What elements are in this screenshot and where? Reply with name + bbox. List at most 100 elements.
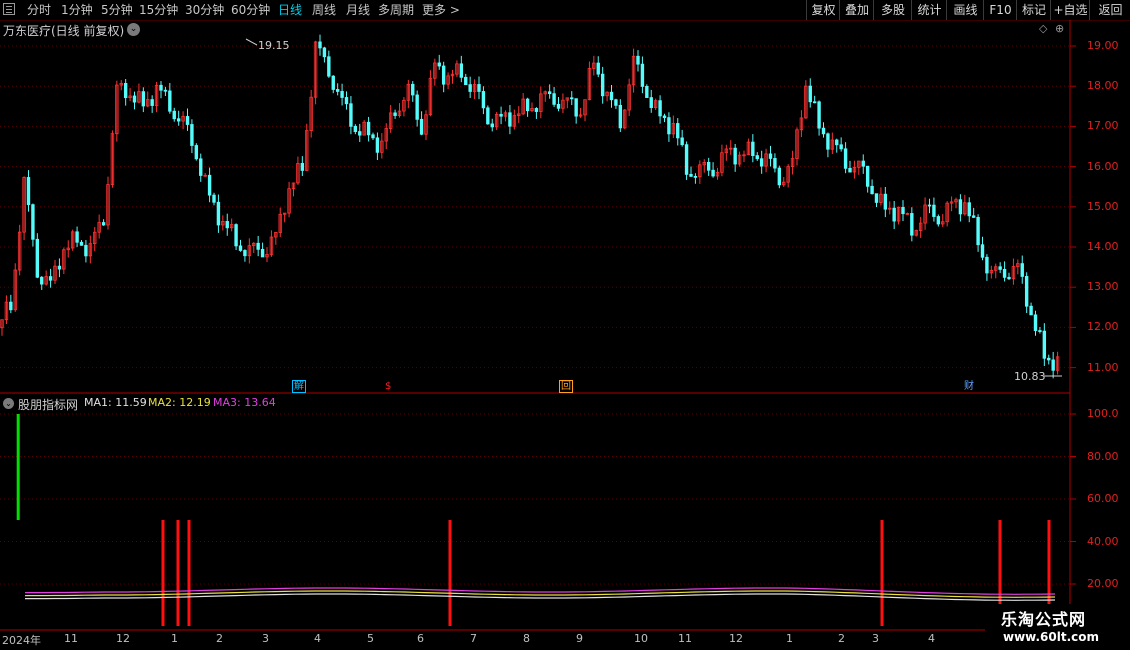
candle-body [31, 204, 35, 240]
candle-body [393, 112, 397, 116]
candle-body [689, 173, 693, 177]
indicator-tick-0: 100.0 [1087, 407, 1119, 420]
candle-body [865, 165, 870, 187]
candle-body [600, 73, 605, 97]
candle-body [817, 101, 821, 129]
candle-body [1020, 263, 1024, 277]
candle-body [645, 86, 649, 98]
candle-body [79, 241, 84, 246]
candle-body [26, 177, 31, 206]
candle-body [861, 160, 865, 167]
price-tick-3: 16.00 [1087, 159, 1119, 173]
event-dividend-icon[interactable]: $ [385, 380, 391, 393]
watermark-url: www.60lt.com [1003, 630, 1100, 644]
candle-body [441, 65, 446, 85]
candle-body [508, 112, 512, 127]
candle-body [1024, 276, 1029, 307]
candle-body [649, 97, 653, 109]
candle-body [1047, 357, 1051, 361]
candle-body [773, 158, 777, 169]
indicator-tick-1: 80.00 [1087, 449, 1119, 463]
candle-body [415, 94, 419, 120]
candle-body [159, 84, 163, 91]
candle-body [525, 98, 530, 112]
price-tick-8: 11.00 [1087, 360, 1119, 374]
watermark-title: 乐淘公式网 [1001, 610, 1087, 629]
candle-body [976, 216, 980, 246]
date-tick-7: 5 [367, 632, 374, 645]
candle-body [358, 131, 362, 136]
candle-body [481, 91, 486, 109]
candle-body [534, 108, 539, 112]
event-buyback-icon[interactable]: 回 [559, 380, 573, 393]
candle-body [1002, 268, 1007, 278]
candle-body [216, 201, 221, 226]
date-tick-18: 4 [928, 632, 935, 645]
candle-body [1007, 276, 1011, 280]
price-tick-4: 15.00 [1087, 199, 1119, 213]
candle-body [238, 245, 243, 251]
candle-body [318, 41, 322, 49]
candle-body [40, 276, 44, 285]
candle-body [985, 256, 989, 274]
candle-body [826, 133, 830, 150]
price-chart[interactable] [0, 0, 1130, 650]
candle-body [684, 144, 689, 175]
candle-body [344, 97, 349, 105]
candle-body [225, 221, 229, 229]
candle-body [331, 75, 335, 90]
event-unlock-icon[interactable]: 解 [292, 380, 306, 393]
date-tick-13: 11 [678, 632, 692, 645]
candle-body [256, 242, 260, 250]
candle-body [132, 95, 137, 103]
candle-body [658, 100, 662, 117]
candle-body [234, 224, 238, 247]
indicator-title: 股朋指标网 [18, 398, 79, 412]
date-tick-1: 11 [64, 632, 78, 645]
event-finance-icon[interactable]: 财 [964, 380, 974, 393]
price-tick-1: 18.00 [1087, 79, 1119, 93]
candle-body [971, 215, 976, 218]
price-tick-5: 14.00 [1087, 240, 1119, 253]
candle-body [9, 301, 13, 311]
candle-body [411, 83, 415, 96]
date-tick-3: 1 [171, 632, 178, 645]
candle-body [901, 206, 905, 215]
ma1-value: MA1: 11.59 [84, 396, 147, 409]
candle-body [349, 103, 353, 127]
candle-body [662, 115, 667, 119]
date-tick-9: 7 [470, 632, 477, 645]
candle-body [848, 167, 852, 173]
ma2-value: MA2: 12.19 [148, 396, 211, 409]
indicator-tick-2: 60.00 [1087, 492, 1119, 505]
date-tick-0: 2024年 [2, 634, 41, 647]
candle-body [57, 265, 62, 270]
max-price-label: 19.15 [258, 39, 290, 52]
candle-body [693, 175, 698, 178]
candle-body [958, 199, 963, 215]
date-tick-10: 8 [523, 632, 530, 645]
candle-body [499, 113, 503, 117]
candle-body [821, 127, 826, 135]
max-price-arrow [245, 38, 258, 46]
price-tick-2: 17.00 [1087, 119, 1119, 133]
candle-body [751, 141, 755, 156]
date-tick-8: 6 [417, 632, 424, 645]
candle-body [812, 101, 817, 104]
date-tick-12: 10 [634, 632, 648, 645]
candle-body [609, 91, 614, 101]
candle-body [141, 91, 146, 107]
event-dividend-label: $ [385, 381, 392, 392]
candle-body [486, 107, 490, 125]
indicator-chevron-icon[interactable]: ⌄ [3, 398, 14, 409]
candle-body [667, 117, 671, 135]
candle-body [185, 116, 190, 125]
price-tick-7: 12.00 [1087, 320, 1119, 334]
candle-body [640, 63, 645, 87]
candle-body [190, 124, 194, 146]
candle-body [437, 62, 441, 67]
candle-body [490, 123, 494, 128]
price-tick-6: 13.00 [1087, 280, 1119, 294]
candle-body [967, 202, 971, 217]
candle-body [755, 155, 759, 160]
